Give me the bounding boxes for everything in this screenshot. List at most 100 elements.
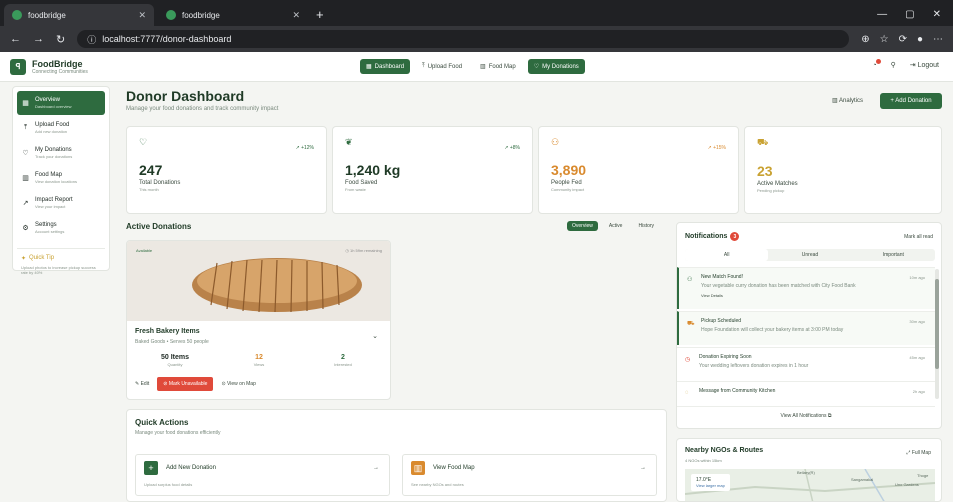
site-info-icon[interactable]: ⓘ (87, 33, 96, 46)
stat-label: Food Saved (345, 180, 378, 186)
forward-icon[interactable]: → (33, 33, 44, 45)
grid-icon: ▦ (22, 100, 29, 107)
leaf-icon: ❦ (345, 137, 353, 147)
url-path: /donor-dashboard (160, 34, 232, 44)
favicon-icon (166, 10, 176, 20)
sidebar-item-overview[interactable]: ▦ Overview Dashboard overview (17, 91, 105, 115)
app-tagline: Connecting Communities (32, 68, 88, 75)
add-new-donation-action[interactable]: + Add New Donation → Upload surplus food… (135, 454, 390, 496)
sidebar-item-upload-food[interactable]: ⤒ Upload Food Add new donation (17, 116, 105, 140)
nav-upload-food[interactable]: ⤒ Upload Food (416, 59, 468, 74)
notification-tabs: All Unread Important (685, 249, 935, 261)
bread-image (192, 258, 362, 313)
map-icon: ▥ (480, 64, 486, 70)
browser-tab[interactable]: foodbridge ✕ (158, 4, 308, 26)
notification-dot (875, 58, 881, 64)
profile-icon[interactable]: ● (917, 34, 923, 45)
quick-actions-subtitle: Manage your food donations efficiently (135, 430, 221, 436)
users-icon: ⚇ (551, 137, 560, 147)
view-food-map-action[interactable]: ▥ View Food Map → See nearby NGOs and ro… (402, 454, 657, 496)
analytics-button[interactable]: ▥ Analytics (832, 97, 863, 104)
stat-card-active-matches: ⛟ 23 Active Matches Pending pickup (744, 126, 942, 214)
scrollbar[interactable] (935, 269, 939, 399)
window-controls: — ▢ ✕ (877, 9, 953, 26)
view-details-link[interactable]: View Details (701, 293, 925, 298)
chevron-down-icon[interactable]: ⌄ (372, 332, 378, 340)
tab-important[interactable]: Important (852, 249, 935, 261)
add-donation-button[interactable]: + Add Donation (880, 93, 942, 109)
tab-active[interactable]: Active (604, 221, 628, 231)
page-header: Donor Dashboard Manage your food donatio… (126, 88, 278, 112)
mark-unavailable-button[interactable]: ⊘ Mark Unavailable (157, 377, 214, 391)
close-tab-icon[interactable]: ✕ (138, 10, 146, 21)
user-icon[interactable]: ⚲ (891, 61, 896, 69)
maximize-icon[interactable]: ▢ (905, 9, 914, 20)
heart-icon: ♡ (22, 150, 29, 157)
browser-tab[interactable]: foodbridge ✕ (4, 4, 154, 26)
notifications-title: Notifications 3 (685, 232, 740, 241)
time-remaining: ◷ 1h 59m remaining (345, 248, 382, 253)
sidebar-item-food-map[interactable]: ▥ Food Map View donation locations (17, 166, 105, 190)
extensions-icon[interactable]: ⟳ (899, 34, 907, 45)
notification-item[interactable]: ⛟ Pickup Scheduled Hope Foundation will … (677, 311, 935, 345)
tab-title: foodbridge (182, 10, 220, 20)
minimize-icon[interactable]: — (877, 9, 887, 20)
truck-icon: ⛟ (757, 137, 769, 147)
clock-icon: ◷ (685, 357, 691, 363)
stat-label: Active Matches (757, 181, 798, 187)
back-icon[interactable]: ← (10, 33, 21, 45)
map-popup: 17.0°E View larger map (691, 474, 730, 491)
tab-all[interactable]: All (685, 249, 769, 261)
donation-photo: Available ◷ 1h 59m remaining (127, 241, 390, 321)
app-name: FoodBridge (32, 58, 83, 69)
donation-name: Fresh Bakery Items (135, 328, 200, 335)
logout-icon: ⇥ (909, 62, 918, 69)
arrow-right-icon: → (640, 465, 646, 471)
plus-icon: + (144, 461, 158, 475)
reload-icon[interactable]: ↻ (56, 33, 65, 46)
browser-toolbar: ← → ↻ ⓘ localhost:7777/donor-dashboard ⊕… (0, 26, 953, 52)
bell-icon[interactable]: ◔ (872, 58, 881, 69)
close-window-icon[interactable]: ✕ (933, 9, 941, 20)
view-all-notifications-button[interactable]: View All Notifications ⧉ (677, 406, 935, 419)
edit-button[interactable]: ✎ Edit (135, 381, 149, 387)
tab-history[interactable]: History (633, 221, 659, 231)
view-larger-map-link[interactable]: View larger map (696, 483, 725, 488)
zoom-icon[interactable]: ⊕ (861, 34, 869, 45)
views-stat: 12 Views (253, 354, 265, 367)
tab-unread[interactable]: Unread (768, 249, 851, 261)
gear-icon: ⚙ (22, 225, 29, 232)
logo[interactable]: ꟼ FoodBridge Connecting Communities (10, 58, 88, 75)
bookmark-icon[interactable]: ☆ (880, 34, 889, 45)
sidebar-item-my-donations[interactable]: ♡ My Donations Track your donations (17, 141, 105, 165)
sidebar-item-settings[interactable]: ⚙ Settings Account settings (17, 216, 105, 240)
stat-sub: Pending pickup (757, 188, 785, 193)
app-header: ꟼ FoodBridge Connecting Communities ▦ Das… (0, 52, 953, 82)
map-label: Sangamakal (851, 477, 874, 482)
ngo-map[interactable]: Bellary(R) Sangamakal Thoge Uno Gardens … (684, 468, 936, 501)
menu-icon[interactable]: ⋯ (933, 34, 943, 45)
map-icon: ▥ (22, 175, 29, 182)
notification-item[interactable]: ◷ Donation Expiring Soon Your wedding le… (677, 347, 935, 379)
interested-stat: 2 Interested (334, 354, 352, 367)
logout-button[interactable]: ⇥ Logout (910, 61, 939, 69)
notification-item[interactable]: ⚇ New Match Found! Your vegetable curry … (677, 267, 935, 309)
nav-dashboard[interactable]: ▦ Dashboard (360, 59, 411, 74)
mark-all-read-button[interactable]: Mark all read (904, 234, 933, 240)
sidebar-item-impact-report[interactable]: ↗ Impact Report View your impact (17, 191, 105, 215)
tab-overview[interactable]: Overview (567, 221, 598, 231)
nav-my-donations[interactable]: ♡ My Donations (527, 59, 585, 74)
stat-label: Total Donations (139, 180, 181, 186)
full-map-button[interactable]: ⤢ Full Map (906, 450, 931, 456)
notification-item[interactable]: ◌ Message from Community Kitchen 2h ago (677, 381, 935, 405)
quick-actions-title: Quick Actions (135, 418, 189, 427)
nav-food-map[interactable]: ▥ Food Map (474, 59, 522, 74)
donation-tabs: Overview Active History (567, 221, 659, 231)
scrollbar-thumb[interactable] (935, 279, 939, 369)
address-bar[interactable]: ⓘ localhost:7777/donor-dashboard (77, 30, 850, 48)
view-on-map-button[interactable]: ⊙ View on Map (221, 381, 255, 387)
new-tab-icon[interactable]: + (316, 7, 324, 22)
close-tab-icon[interactable]: ✕ (292, 10, 300, 21)
stat-sub: This month (139, 187, 159, 192)
quick-actions: Quick Actions Manage your food donations… (126, 409, 667, 502)
